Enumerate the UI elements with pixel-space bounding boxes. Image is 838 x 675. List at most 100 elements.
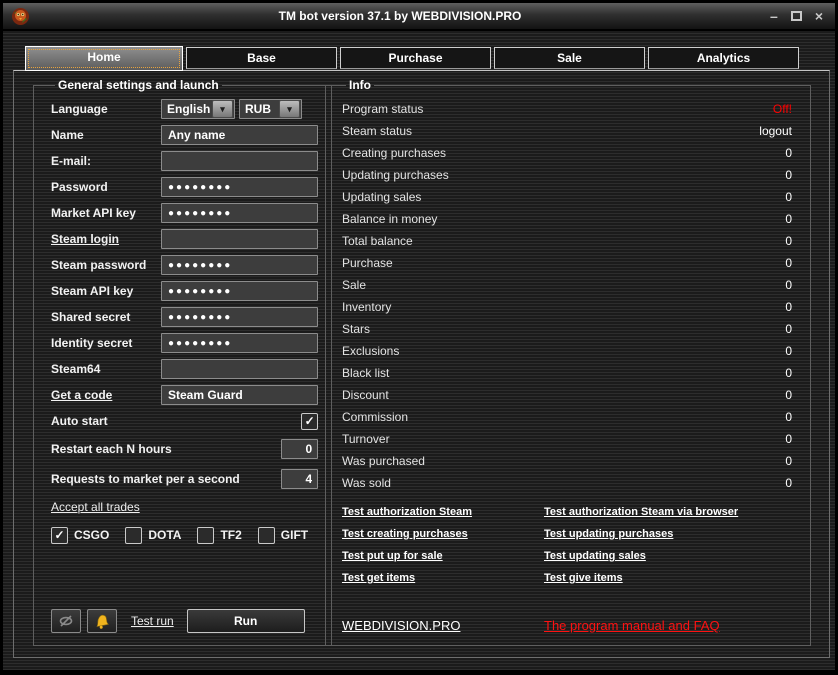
test-updating-purchases-link[interactable]: Test updating purchases xyxy=(544,528,673,540)
info-row: Inventory 0 xyxy=(342,300,792,314)
app-window: TM bot version 37.1 by WEBDIVISION.PRO –… xyxy=(0,0,838,675)
tab-home[interactable]: Home xyxy=(25,46,183,71)
dota-checkbox[interactable] xyxy=(125,526,143,544)
chevron-down-icon[interactable]: ▾ xyxy=(279,100,300,118)
test-authorization-steam-link[interactable]: Test authorization Steam xyxy=(342,506,472,518)
test-creating-purchases-link[interactable]: Test creating purchases xyxy=(342,528,468,540)
test-put-up-for-sale-link[interactable]: Test put up for sale xyxy=(342,550,443,562)
accept-all-trades-row: Accept all trades xyxy=(51,494,318,520)
auto-start-row: Auto start ✓ xyxy=(51,408,319,434)
identity-secret-label: Identity secret xyxy=(51,336,133,350)
language-select[interactable]: English ▾ xyxy=(161,99,235,119)
footer-links-row: WEBDIVISION.PRO The program manual and F… xyxy=(342,618,792,633)
launch-buttons-row: Test run Run xyxy=(51,609,318,633)
info-row: Commission 0 xyxy=(342,410,792,424)
name-row: Name xyxy=(51,122,319,148)
accept-all-trades-link[interactable]: Accept all trades xyxy=(51,500,140,514)
steam-login-field[interactable] xyxy=(161,229,319,249)
info-row: Total balance 0 xyxy=(342,234,792,248)
requests-per-second-row: Requests to market per a second xyxy=(51,464,319,494)
steam-api-key-label: Steam API key xyxy=(51,284,134,298)
tab-purchase[interactable]: Purchase xyxy=(340,47,491,69)
restart-hours-label: Restart each N hours xyxy=(51,442,172,456)
test-get-items-link[interactable]: Test get items xyxy=(342,572,415,584)
steam-password-field[interactable] xyxy=(161,255,319,276)
manual-faq-link[interactable]: The program manual and FAQ xyxy=(544,618,792,633)
hide-button[interactable] xyxy=(51,609,81,633)
test-links-grid: Test authorization Steam Test authorizat… xyxy=(342,501,792,589)
info-row: Program status Off! xyxy=(342,102,792,116)
steam-api-key-field[interactable] xyxy=(161,281,319,302)
steam-login-link[interactable]: Steam login xyxy=(51,232,161,246)
tf2-checkbox[interactable] xyxy=(197,526,215,544)
csgo-checkbox[interactable]: ✓ xyxy=(51,526,68,544)
name-label: Name xyxy=(51,128,84,142)
steam64-label: Steam64 xyxy=(51,362,101,376)
tf2-label: TF2 xyxy=(220,528,242,542)
tab-sale[interactable]: Sale xyxy=(494,47,645,69)
steam64-field[interactable] xyxy=(161,359,319,379)
gift-checkbox[interactable] xyxy=(257,526,275,544)
info-row: Creating purchases 0 xyxy=(342,146,792,160)
get-a-code-link[interactable]: Get a code xyxy=(51,388,161,402)
general-settings-panel: General settings and launch Language Eng… xyxy=(33,78,333,646)
general-settings-title: General settings and launch xyxy=(58,78,219,92)
info-row: Balance in money 0 xyxy=(342,212,792,226)
shared-secret-field[interactable] xyxy=(161,307,319,328)
info-row: Steam status logout xyxy=(342,124,792,138)
market-api-key-row: Market API key xyxy=(51,200,319,226)
password-row: Password xyxy=(51,174,319,200)
identity-secret-field[interactable] xyxy=(161,333,319,354)
currency-select[interactable]: RUB ▾ xyxy=(239,99,302,119)
test-give-items-link[interactable]: Test give items xyxy=(544,572,623,584)
language-label: Language xyxy=(51,102,108,116)
webdivision-site-link[interactable]: WEBDIVISION.PRO xyxy=(342,618,544,633)
name-input[interactable] xyxy=(161,125,319,145)
maximize-icon[interactable] xyxy=(790,11,802,21)
requests-per-second-label: Requests to market per a second xyxy=(51,472,240,486)
password-field[interactable] xyxy=(161,177,319,198)
info-row: Black list 0 xyxy=(342,366,792,380)
close-icon[interactable]: × xyxy=(815,9,823,23)
market-api-key-label: Market API key xyxy=(51,206,136,220)
sound-button[interactable] xyxy=(87,609,117,633)
steam-password-row: Steam password xyxy=(51,252,319,278)
info-row: Sale 0 xyxy=(342,278,792,292)
requests-per-second-input[interactable] xyxy=(281,469,319,489)
email-label: E-mail: xyxy=(51,154,92,168)
test-authorization-steam-browser-link[interactable]: Test authorization Steam via browser xyxy=(544,506,738,518)
steam-password-label: Steam password xyxy=(51,258,147,272)
chevron-down-icon[interactable]: ▾ xyxy=(212,100,233,118)
test-updating-sales-link[interactable]: Test updating sales xyxy=(544,550,646,562)
program-status-value: Off! xyxy=(772,102,792,116)
auto-start-checkbox[interactable]: ✓ xyxy=(301,412,319,430)
tab-base[interactable]: Base xyxy=(186,47,337,69)
csgo-label: CSGO xyxy=(74,528,110,542)
identity-secret-row: Identity secret xyxy=(51,330,319,356)
steam64-row: Steam64 xyxy=(51,356,319,382)
info-row: Turnover 0 xyxy=(342,432,792,446)
run-button[interactable]: Run xyxy=(186,609,305,633)
info-row: Stars 0 xyxy=(342,322,792,336)
restart-hours-input[interactable] xyxy=(281,439,319,459)
info-row: Purchase 0 xyxy=(342,256,792,270)
shared-secret-label: Shared secret xyxy=(51,310,131,324)
restart-hours-row: Restart each N hours xyxy=(51,434,319,464)
steam-login-row: Steam login xyxy=(51,226,319,252)
steam-guard-code-field[interactable] xyxy=(161,385,319,405)
app-logo-icon xyxy=(12,7,29,25)
info-row: Discount 0 xyxy=(342,388,792,402)
info-row: Was sold 0 xyxy=(342,476,792,490)
title-bar: TM bot version 37.1 by WEBDIVISION.PRO –… xyxy=(3,3,835,31)
minimize-icon[interactable]: – xyxy=(770,9,778,23)
info-title: Info xyxy=(349,78,371,92)
tab-analytics[interactable]: Analytics xyxy=(648,47,799,69)
test-run-link[interactable]: Test run xyxy=(131,614,174,628)
email-row: E-mail: xyxy=(51,148,319,174)
check-icon: ✓ xyxy=(304,413,315,428)
info-row: Updating sales 0 xyxy=(342,190,792,204)
market-api-key-field[interactable] xyxy=(161,203,319,224)
email-field[interactable] xyxy=(161,151,319,171)
language-row: Language English ▾ RUB ▾ xyxy=(51,96,318,122)
info-row: Exclusions 0 xyxy=(342,344,792,358)
